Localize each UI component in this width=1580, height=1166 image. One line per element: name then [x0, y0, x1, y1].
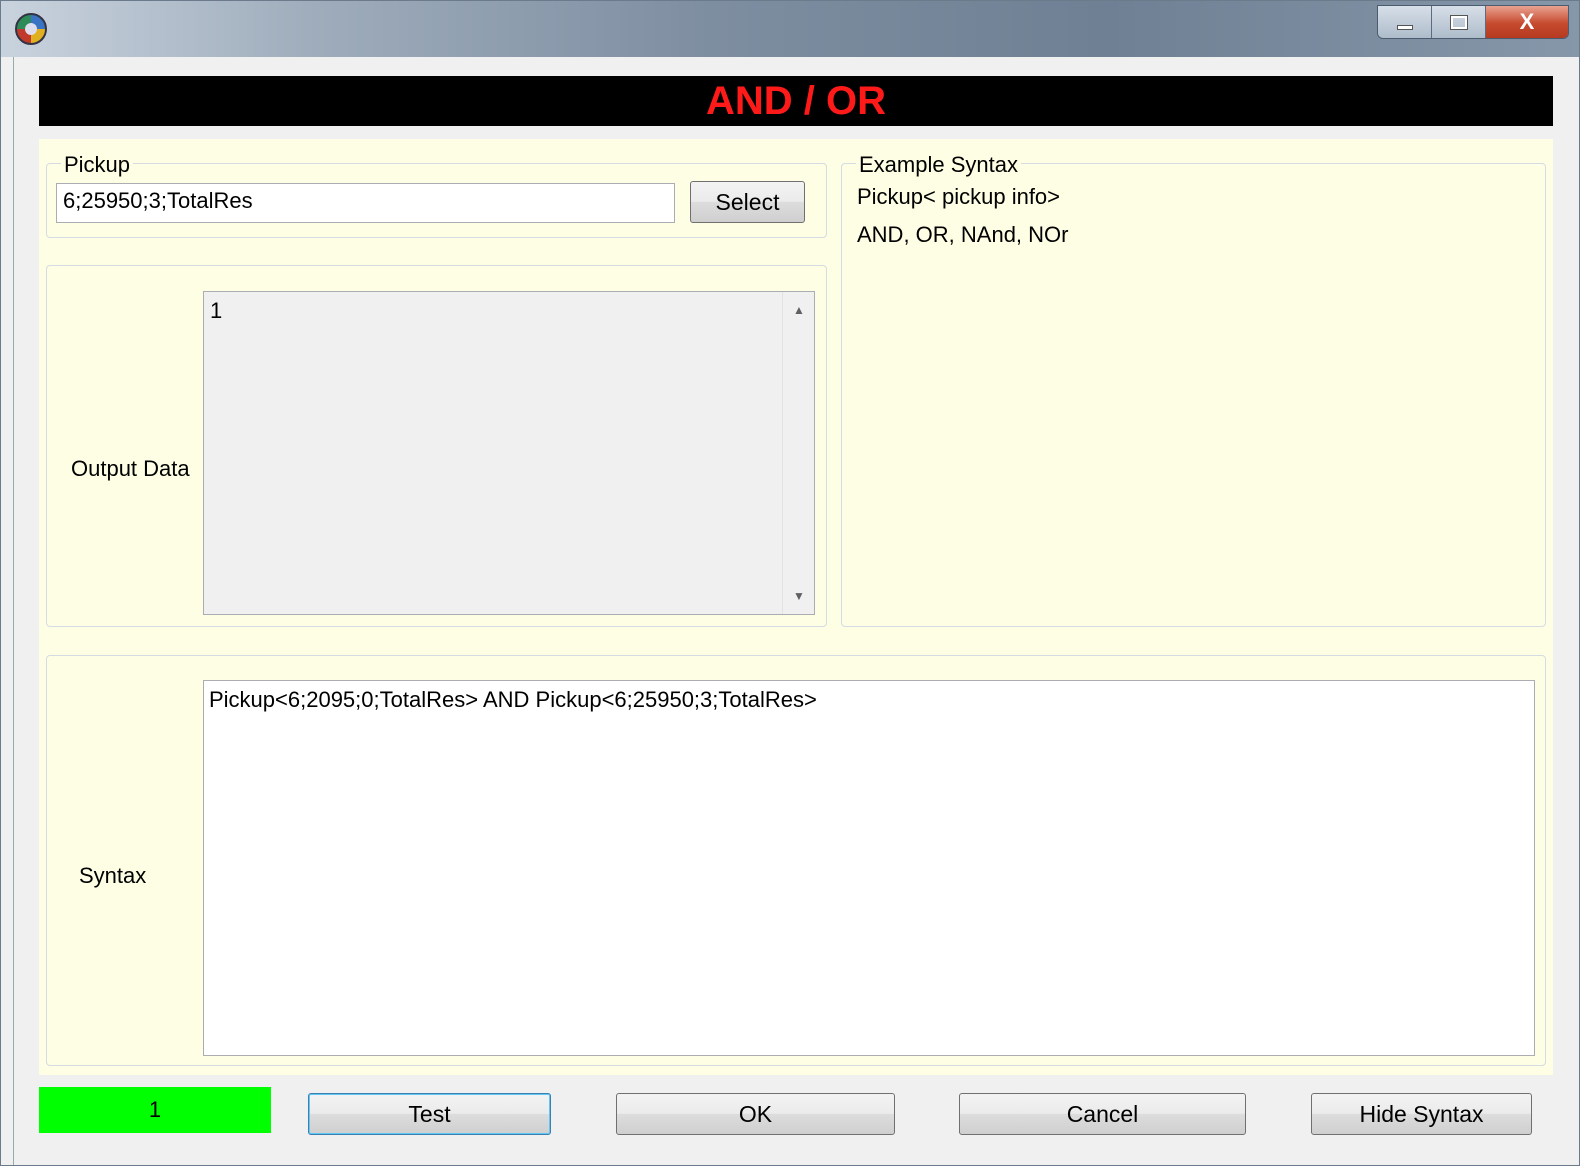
example-line-operators: AND, OR, NAnd, NOr	[857, 222, 1069, 247]
window-controls: X	[1377, 5, 1569, 39]
maximize-icon	[1449, 14, 1468, 30]
pickup-legend: Pickup	[61, 152, 134, 178]
minimize-button[interactable]	[1378, 6, 1432, 38]
example-line-pickup: Pickup< pickup info>	[857, 184, 1061, 209]
pickup-group: Pickup 6;25950;3;TotalRes Select	[46, 152, 827, 238]
title-bar[interactable]: X	[1, 1, 1579, 57]
syntax-value: Pickup<6;2095;0;TotalRes> AND Pickup<6;2…	[209, 687, 817, 712]
pickup-input[interactable]: 6;25950;3;TotalRes	[56, 183, 675, 223]
result-status-badge: 1	[39, 1087, 271, 1133]
ok-button[interactable]: OK	[616, 1093, 895, 1135]
test-button[interactable]: Test	[308, 1093, 551, 1135]
page-title: AND / OR	[706, 78, 886, 123]
header-banner: AND / OR	[39, 76, 1553, 126]
syntax-textarea[interactable]: Pickup<6;2095;0;TotalRes> AND Pickup<6;2…	[203, 680, 1535, 1056]
example-syntax-legend: Example Syntax	[856, 152, 1021, 178]
app-icon[interactable]	[15, 13, 47, 45]
output-data-value: 1	[210, 298, 223, 323]
cancel-button[interactable]: Cancel	[959, 1093, 1246, 1135]
minimize-icon	[1396, 24, 1413, 30]
example-syntax-group: Example Syntax Pickup< pickup info> AND,…	[841, 152, 1546, 627]
output-data-box[interactable]: 1 ▲ ▼	[203, 291, 815, 615]
scroll-up-arrow-icon[interactable]: ▲	[783, 296, 815, 324]
dialog-window: X AND / OR Pickup 6;25950;3;TotalRes Sel…	[0, 0, 1580, 1166]
scroll-down-arrow-icon[interactable]: ▼	[783, 582, 815, 610]
output-scrollbar[interactable]: ▲ ▼	[782, 292, 814, 614]
output-data-label: Output Data	[71, 456, 190, 481]
select-button[interactable]: Select	[690, 181, 805, 223]
close-button[interactable]: X	[1486, 6, 1568, 38]
close-icon: X	[1519, 9, 1535, 34]
syntax-label: Syntax	[79, 863, 147, 888]
hide-syntax-button[interactable]: Hide Syntax	[1311, 1093, 1532, 1135]
maximize-button[interactable]	[1432, 6, 1486, 38]
